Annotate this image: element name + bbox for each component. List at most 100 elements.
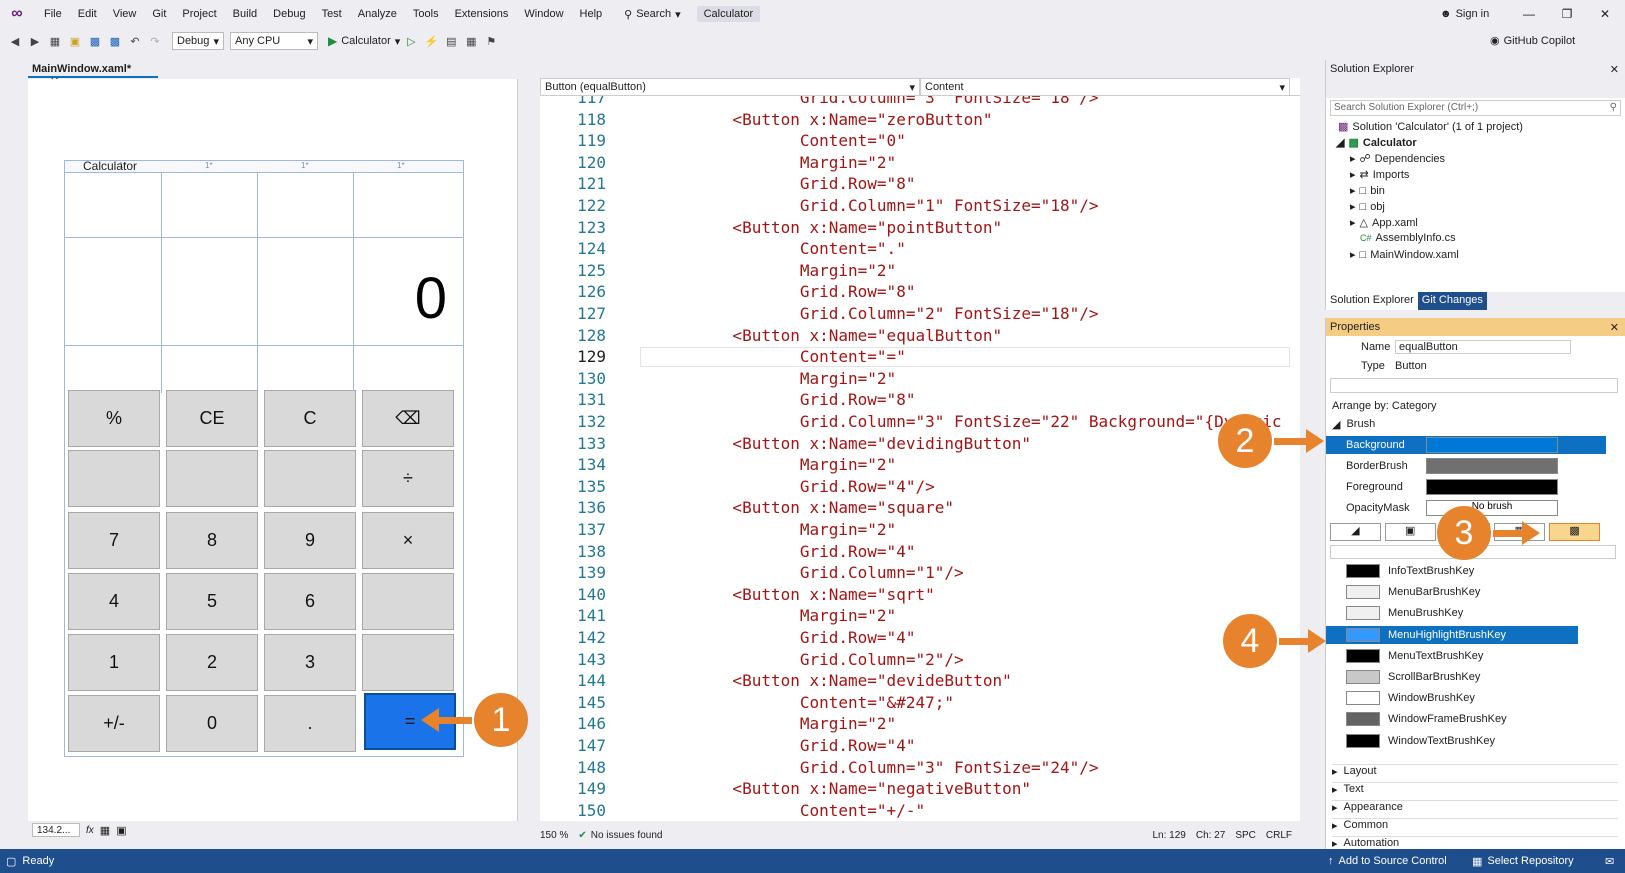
- code-line[interactable]: Margin="2": [665, 606, 896, 625]
- code-line[interactable]: <Button x:Name="square": [665, 498, 954, 517]
- run-button[interactable]: ▶ Calculator ▾: [328, 34, 400, 48]
- browse-icon[interactable]: ▤: [442, 32, 460, 50]
- bookmark-icon[interactable]: ⚑: [482, 32, 500, 50]
- tree-project[interactable]: ◢ ▩ Calculator: [1336, 136, 1417, 150]
- close-icon[interactable]: ✕: [1610, 63, 1619, 76]
- menu-tools[interactable]: Tools: [405, 0, 447, 28]
- three-button[interactable]: 3: [264, 634, 356, 691]
- code-line[interactable]: Margin="2": [665, 714, 896, 733]
- brush-key-item[interactable]: WindowBrushKey: [1326, 689, 1578, 707]
- indent-mode[interactable]: SPC: [1235, 830, 1256, 841]
- empty-button[interactable]: [68, 450, 160, 507]
- issues-indicator[interactable]: ✔ No issues found: [578, 830, 662, 841]
- category-appearance[interactable]: ▸ Appearance: [1332, 800, 1618, 814]
- search-button[interactable]: ⚲ Search ▾: [616, 8, 688, 21]
- tree-item[interactable]: C# AssemblyInfo.cs: [1360, 232, 1456, 244]
- category-common[interactable]: ▸ Common: [1332, 818, 1618, 832]
- arrange-by[interactable]: Arrange by: Category: [1332, 400, 1437, 412]
- back-icon[interactable]: ◀: [6, 32, 24, 50]
- multiply-button[interactable]: ×: [362, 512, 454, 569]
- brush-key-item[interactable]: InfoTextBrushKey: [1326, 562, 1578, 580]
- notification-icon[interactable]: ✉: [1605, 855, 1614, 868]
- brush-swatch[interactable]: [1426, 479, 1558, 495]
- tree-item[interactable]: ▸ ☍ Dependencies: [1350, 152, 1445, 166]
- brush-property-row[interactable]: Background: [1326, 436, 1606, 454]
- menu-edit[interactable]: Edit: [70, 0, 105, 28]
- empty-button[interactable]: [264, 450, 356, 507]
- name-input[interactable]: equalButton: [1395, 340, 1571, 354]
- clear-button[interactable]: C: [264, 390, 356, 447]
- brush-key-item[interactable]: MenuBrushKey: [1326, 604, 1578, 622]
- point-button[interactable]: .: [264, 695, 356, 752]
- menu-extensions[interactable]: Extensions: [447, 0, 517, 28]
- tree-item[interactable]: ▸ □ bin: [1350, 184, 1385, 198]
- code-line[interactable]: <Button x:Name="negativeButton": [665, 779, 1031, 798]
- tree-item[interactable]: ▸ □ obj: [1350, 200, 1385, 214]
- brush-property-row[interactable]: BorderBrush: [1326, 457, 1606, 475]
- sign-in-button[interactable]: ☻ Sign in: [1440, 0, 1489, 28]
- brush-property-row[interactable]: Foreground: [1326, 478, 1606, 496]
- negate-button[interactable]: +/-: [68, 695, 160, 752]
- tab-mainwindow-xaml[interactable]: MainWindow.xaml* ✕: [28, 60, 158, 88]
- solution-search-input[interactable]: Search Solution Explorer (Ctrl+;) ⚲: [1330, 100, 1621, 116]
- copilot-button[interactable]: ◉ GitHub Copilot: [1490, 28, 1575, 54]
- code-line[interactable]: Margin="2": [665, 153, 896, 172]
- brush-swatch[interactable]: [1426, 458, 1558, 474]
- code-line[interactable]: Grid.Row="4"/>: [665, 477, 935, 496]
- menu-git[interactable]: Git: [144, 0, 174, 28]
- config-select[interactable]: Debug ▾: [172, 32, 224, 50]
- brush-key-item[interactable]: ScrollBarBrushKey: [1326, 668, 1578, 686]
- menu-test[interactable]: Test: [314, 0, 350, 28]
- save-all-icon[interactable]: ▩: [106, 32, 124, 50]
- new-project-icon[interactable]: ▦: [46, 32, 64, 50]
- editor-zoom[interactable]: 150 %: [540, 830, 568, 841]
- grid-icon[interactable]: ▦: [100, 824, 110, 837]
- code-line[interactable]: Grid.Column="3" FontSize="24"/>: [665, 758, 1099, 777]
- line-ending[interactable]: CRLF: [1266, 830, 1292, 841]
- element-select[interactable]: Button (equalButton) ▾: [540, 78, 920, 96]
- four-button[interactable]: 4: [68, 573, 160, 630]
- brush-key-item[interactable]: MenuTextBrushKey: [1326, 647, 1578, 665]
- code-line[interactable]: Grid.Column="1"/>: [665, 563, 964, 582]
- eight-button[interactable]: 8: [166, 512, 258, 569]
- two-button[interactable]: 2: [166, 634, 258, 691]
- code-line[interactable]: <Button x:Name="devidingButton": [665, 434, 1031, 453]
- brush-key-item[interactable]: MenuBarBrushKey: [1326, 583, 1578, 601]
- code-line[interactable]: Margin="2": [665, 455, 896, 474]
- vs-logo-icon[interactable]: ∞: [6, 3, 28, 25]
- code-line[interactable]: Margin="2": [665, 520, 896, 539]
- layout-icon[interactable]: ▦: [462, 32, 480, 50]
- code-line[interactable]: <Button x:Name="equalButton": [665, 326, 1002, 345]
- code-line[interactable]: Grid.Row="4": [665, 736, 916, 755]
- menu-build[interactable]: Build: [225, 0, 265, 28]
- category-layout[interactable]: ▸ Layout: [1332, 764, 1618, 778]
- empty-button[interactable]: [362, 634, 454, 691]
- code-line[interactable]: Content="0": [665, 131, 906, 150]
- code-editor[interactable]: 117 Grid.Column="3" FontSize="18"/> 118 <…: [540, 96, 1300, 821]
- code-line[interactable]: Content=".": [665, 239, 906, 258]
- resource-brush-icon[interactable]: ▩: [1549, 523, 1600, 541]
- menu-help[interactable]: Help: [572, 0, 611, 28]
- open-folder-icon[interactable]: ▣: [66, 32, 84, 50]
- code-line[interactable]: Content="+/-": [665, 801, 925, 820]
- undo-icon[interactable]: ↶: [126, 32, 144, 50]
- code-line[interactable]: Grid.Column="3" FontSize="18"/>: [665, 96, 1099, 107]
- seven-button[interactable]: 7: [68, 512, 160, 569]
- forward-icon[interactable]: ▶: [26, 32, 44, 50]
- zoom-select[interactable]: 134.2...: [32, 823, 80, 837]
- menu-debug[interactable]: Debug: [265, 0, 313, 28]
- empty-button[interactable]: [166, 450, 258, 507]
- category-automation[interactable]: ▸ Automation: [1332, 836, 1618, 850]
- member-select[interactable]: Content ▾: [920, 78, 1290, 96]
- hot-reload-icon[interactable]: ⚡: [422, 32, 440, 50]
- save-icon[interactable]: ▩: [86, 32, 104, 50]
- percent-button[interactable]: %: [68, 390, 160, 447]
- ce-button[interactable]: CE: [166, 390, 258, 447]
- zero-button[interactable]: 0: [166, 695, 258, 752]
- tree-solution[interactable]: ▩ Solution 'Calculator' (1 of 1 project): [1338, 120, 1523, 134]
- tab-solution-explorer[interactable]: Solution Explorer: [1326, 292, 1418, 310]
- brush-swatch[interactable]: [1426, 437, 1558, 453]
- code-line[interactable]: Content="&#247;": [665, 693, 954, 712]
- minimize-button[interactable]: —: [1510, 0, 1548, 28]
- close-icon[interactable]: ✕: [1610, 321, 1619, 334]
